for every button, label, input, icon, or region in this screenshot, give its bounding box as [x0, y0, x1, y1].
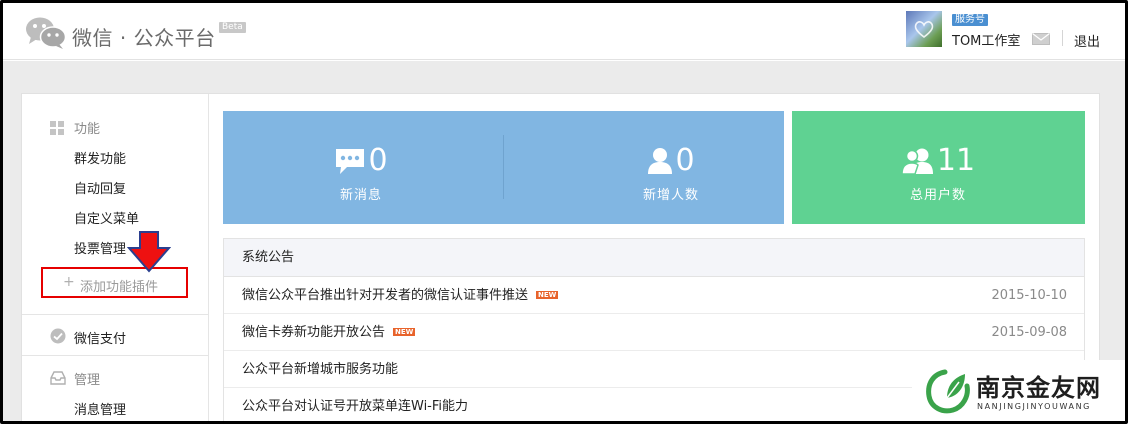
site-watermark: 南京金友网 NANJINGJINYOUWANG [912, 360, 1125, 422]
sidebar-item-custom-menu[interactable]: 自定义菜单 [74, 208, 139, 227]
wechat-pay-icon [50, 328, 66, 344]
mail-icon[interactable] [1032, 33, 1050, 45]
new-badge: NEW [393, 327, 416, 336]
sidebar-item-vote[interactable]: 投票管理 [74, 238, 126, 257]
notice-row[interactable]: 微信公众平台推出针对开发者的微信认证事件推送 NEW 2015-10-10 [224, 277, 1084, 314]
sidebar-divider [22, 314, 209, 315]
stat-value: 11 [936, 143, 976, 178]
add-plugin-label: 添加功能插件 [80, 280, 159, 295]
user-icon [648, 148, 673, 174]
sidebar-divider [22, 355, 209, 356]
notice-date: 2015-10-10 [991, 288, 1067, 303]
notice-title[interactable]: 微信公众平台推出针对开发者的微信认证事件推送 [242, 277, 528, 314]
message-icon [336, 149, 365, 174]
new-badge: NEW [536, 290, 559, 299]
header-divider [1062, 30, 1063, 46]
red-arrow-annotation-icon [127, 231, 171, 273]
account-name[interactable]: TOM工作室 [952, 30, 1020, 49]
platform-title[interactable]: 微信 · 公众平台 [72, 22, 216, 51]
leaf-logo-icon [926, 369, 970, 414]
stat-total-users[interactable]: 11 总用户数 [858, 141, 1018, 203]
account-type-badge: 服务号 [952, 14, 988, 26]
notice-date: 2015-09-08 [991, 325, 1067, 340]
sidebar-menu: 功能 群发功能 自动回复 自定义菜单 投票管理 + 添加功能插件 微信支付 管理… [22, 94, 209, 424]
grid-icon [50, 121, 64, 135]
inbox-icon [50, 371, 66, 385]
stats-card-blue: 0 新消息 0 新增人数 [223, 111, 784, 224]
stat-new-messages[interactable]: 0 新消息 [281, 141, 441, 203]
heart-icon [914, 21, 934, 39]
stats-card-green: 11 总用户数 [792, 111, 1085, 224]
stat-label: 总用户数 [909, 188, 966, 203]
watermark-chinese-text: 南京金友网 [976, 373, 1101, 402]
account-avatar[interactable] [906, 11, 942, 47]
stat-value: 0 [368, 143, 388, 178]
notice-title[interactable]: 公众平台对认证号开放菜单连Wi-Fi能力 [242, 388, 468, 424]
logout-link[interactable]: 退出 [1074, 31, 1100, 50]
stat-divider [503, 135, 504, 199]
notice-title[interactable]: 公众平台新增城市服务功能 [242, 351, 398, 388]
notice-panel-title: 系统公告 [224, 239, 1084, 277]
wechat-logo-icon [26, 17, 67, 49]
users-icon [901, 148, 933, 175]
stat-label: 新消息 [339, 188, 382, 203]
sidebar-item-auto-reply[interactable]: 自动回复 [74, 178, 126, 197]
sidebar-item-wechat-pay[interactable]: 微信支付 [74, 328, 126, 347]
sidebar-item-mass-send[interactable]: 群发功能 [74, 148, 126, 167]
stat-value: 0 [675, 143, 695, 178]
plus-icon: + [63, 274, 75, 290]
sidebar-section-function: 功能 [74, 122, 101, 137]
stat-label: 新增人数 [642, 188, 699, 203]
sidebar-section-manage: 管理 [74, 373, 101, 388]
notice-title[interactable]: 微信卡券新功能开放公告 [242, 314, 385, 351]
sidebar-item-message-manage[interactable]: 消息管理 [74, 399, 126, 418]
watermark-english-text: NANJINGJINYOUWANG [977, 402, 1091, 411]
beta-badge: Beta [219, 22, 246, 33]
notice-row[interactable]: 微信卡券新功能开放公告 NEW 2015-09-08 [224, 314, 1084, 351]
stat-new-followers[interactable]: 0 新增人数 [591, 141, 751, 203]
